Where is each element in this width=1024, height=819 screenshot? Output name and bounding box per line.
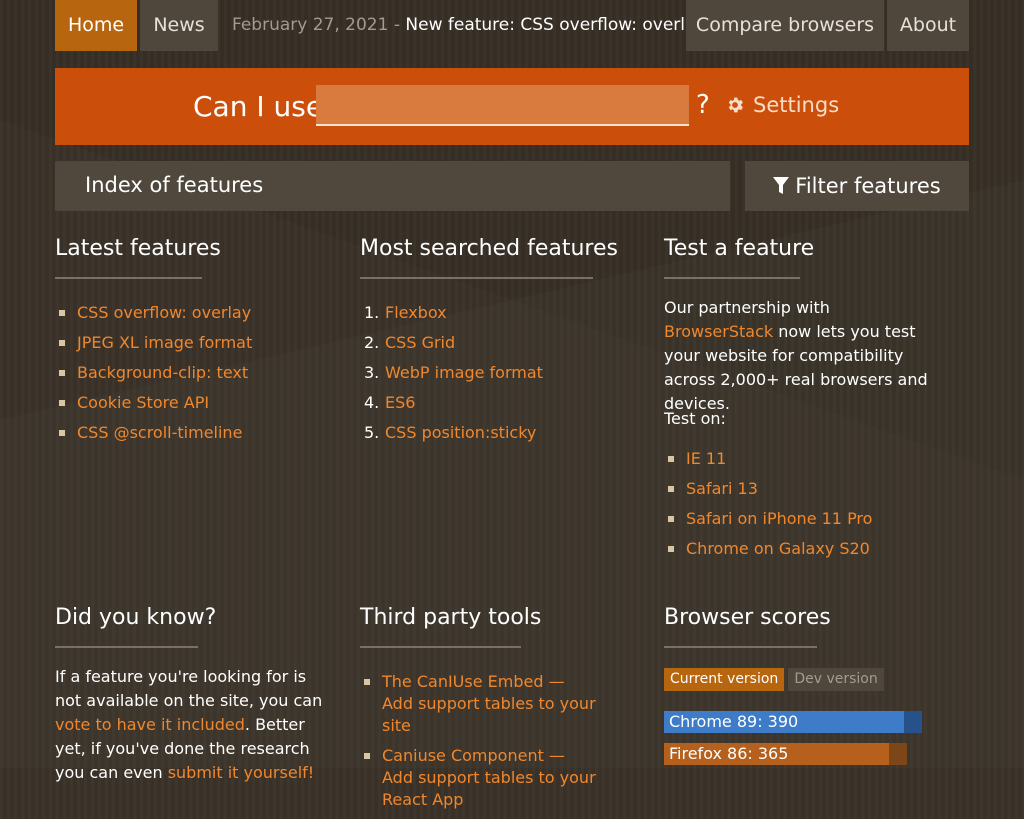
browser-scores-divider xyxy=(664,646,817,648)
test-feature-divider xyxy=(664,277,800,279)
search-input[interactable] xyxy=(316,85,689,126)
nav-about[interactable]: About xyxy=(887,0,969,51)
top-nav: Home News February 27, 2021 - New featur… xyxy=(55,0,969,51)
score-bar-remaining xyxy=(889,743,907,765)
score-bar-label: Firefox 86: 365 xyxy=(669,744,789,763)
most-searched-title: Most searched features xyxy=(360,236,618,261)
browser-score-bar: Firefox 86: 365 xyxy=(664,743,907,765)
nav-news[interactable]: News xyxy=(140,0,218,51)
list-item[interactable]: Safari 13 xyxy=(664,474,872,504)
list-item[interactable]: Safari on iPhone 11 Pro xyxy=(664,504,872,534)
tab-dev-version[interactable]: Dev version xyxy=(788,668,884,691)
list-item-label[interactable]: ES6 xyxy=(385,393,415,412)
third-party-tools-list: The CanIUse Embed — Add support tables t… xyxy=(360,671,600,819)
test-on-list: IE 11 Safari 13 Safari on iPhone 11 Pro … xyxy=(664,444,872,564)
filter-features-button[interactable]: Filter features xyxy=(745,161,969,211)
list-number: 5. xyxy=(364,423,380,442)
did-you-know-title: Did you know? xyxy=(55,605,217,630)
vote-link[interactable]: vote to have it included xyxy=(55,715,245,734)
latest-features-list: CSS overflow: overlay JPEG XL image form… xyxy=(55,298,252,448)
list-item[interactable]: Chrome on Galaxy S20 xyxy=(664,534,872,564)
list-item[interactable]: 2. CSS Grid xyxy=(360,328,543,358)
list-item-label[interactable]: Flexbox xyxy=(385,303,447,322)
did-you-know-divider xyxy=(55,646,198,648)
browser-score-bar: Chrome 89: 390 xyxy=(664,711,922,733)
third-party-tools-divider xyxy=(360,646,521,648)
latest-features-divider xyxy=(55,277,202,279)
did-you-know-text-1: If a feature you're looking for is not a… xyxy=(55,667,323,710)
list-number: 1. xyxy=(364,303,380,322)
nav-home[interactable]: Home xyxy=(55,0,137,51)
index-of-features-link[interactable]: Index of features xyxy=(85,173,263,197)
test-feature-title: Test a feature xyxy=(664,236,815,261)
index-bar[interactable]: Index of features xyxy=(55,161,730,211)
list-item[interactable]: 4. ES6 xyxy=(360,388,543,418)
list-item[interactable]: 5. CSS position:sticky xyxy=(360,418,543,448)
news-announcement[interactable]: February 27, 2021 - New feature: CSS ove… xyxy=(232,0,705,51)
list-item-label[interactable]: CSS position:sticky xyxy=(385,423,536,442)
score-tabs: Current version Dev version xyxy=(664,668,884,691)
partnership-text-before: Our partnership with xyxy=(664,298,830,317)
list-item[interactable]: The CanIUse Embed — Add support tables t… xyxy=(360,671,600,737)
search-question-mark: ? xyxy=(696,90,710,120)
list-item[interactable]: CSS @scroll-timeline xyxy=(55,418,252,448)
submit-link[interactable]: submit it yourself! xyxy=(168,763,314,782)
score-bar-remaining xyxy=(904,711,922,733)
third-party-tools-title: Third party tools xyxy=(360,605,542,630)
filter-icon xyxy=(773,177,790,194)
announcement-date: February 27, 2021 xyxy=(232,15,389,35)
list-item[interactable]: 1. Flexbox xyxy=(360,298,543,328)
latest-features-title: Latest features xyxy=(55,236,221,261)
tab-current-version[interactable]: Current version xyxy=(664,668,785,691)
list-item[interactable]: Cookie Store API xyxy=(55,388,252,418)
list-item-label[interactable]: CSS Grid xyxy=(385,333,455,352)
announcement-separator: - xyxy=(388,15,406,35)
settings-label: Settings xyxy=(753,93,840,117)
list-number: 2. xyxy=(364,333,380,352)
filter-features-label: Filter features xyxy=(795,174,941,198)
list-item-label[interactable]: WebP image format xyxy=(385,363,543,382)
test-on-label: Test on: xyxy=(664,409,726,428)
list-number: 3. xyxy=(364,363,380,382)
search-label: Can I use xyxy=(193,90,324,123)
list-number: 4. xyxy=(364,393,380,412)
nav-compare-browsers[interactable]: Compare browsers xyxy=(686,0,884,51)
list-item[interactable]: JPEG XL image format xyxy=(55,328,252,358)
search-bar: Can I use ? Settings xyxy=(55,68,969,145)
gear-icon xyxy=(728,97,743,113)
announcement-text[interactable]: New feature: CSS overflow: overlay xyxy=(405,15,705,35)
list-item[interactable]: Caniuse Component — Add support tables t… xyxy=(360,745,600,811)
browser-scores-title: Browser scores xyxy=(664,605,831,630)
most-searched-divider xyxy=(360,277,593,279)
did-you-know-text: If a feature you're looking for is not a… xyxy=(55,665,335,785)
list-item[interactable]: IE 11 xyxy=(664,444,872,474)
list-item[interactable]: CSS overflow: overlay xyxy=(55,298,252,328)
partnership-text: Our partnership with BrowserStack now le… xyxy=(664,296,944,416)
browserstack-link[interactable]: BrowserStack xyxy=(664,322,773,341)
list-item[interactable]: 3. WebP image format xyxy=(360,358,543,388)
most-searched-list: 1. Flexbox 2. CSS Grid 3. WebP image format… xyxy=(360,298,543,448)
score-bar-label: Chrome 89: 390 xyxy=(669,712,799,731)
settings-button[interactable]: Settings xyxy=(725,93,839,117)
list-item[interactable]: Background-clip: text xyxy=(55,358,252,388)
